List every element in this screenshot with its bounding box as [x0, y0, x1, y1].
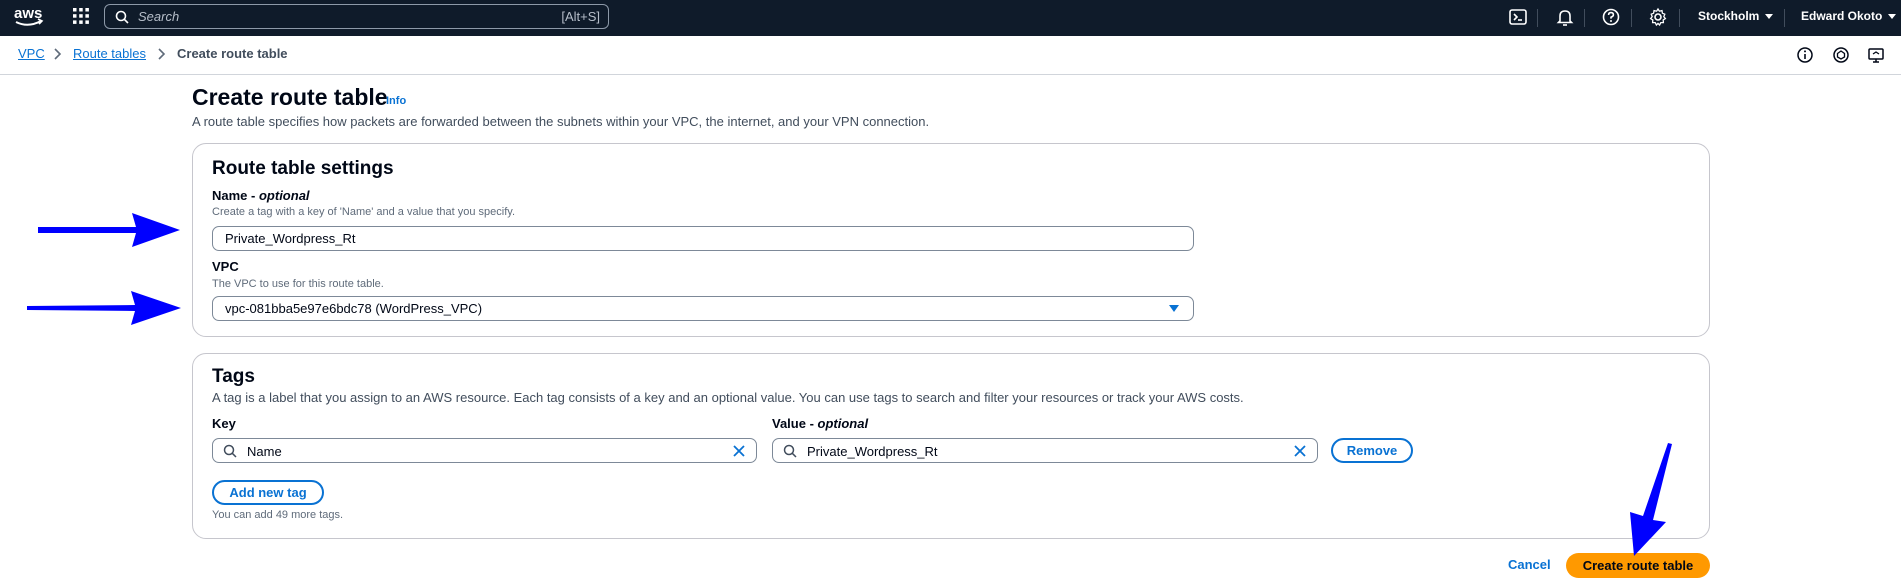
page-description: A route table specifies how packets are … — [192, 114, 930, 129]
bell-icon[interactable] — [1554, 6, 1576, 28]
region-label: Stockholm — [1698, 9, 1760, 23]
settings-title: Route table settings — [212, 158, 394, 179]
search-icon — [115, 10, 129, 24]
aws-logo[interactable]: aws — [12, 4, 46, 30]
info-circle-icon[interactable] — [1796, 46, 1814, 64]
breadcrumb-route-tables-link[interactable]: Route tables — [73, 46, 146, 61]
name-label-text: Name — [212, 188, 248, 203]
user-menu[interactable]: Edward Okoto — [1801, 9, 1897, 23]
info-link[interactable]: Info — [386, 95, 406, 107]
top-navigation: aws Search [Alt+S] Stockholm Edward Okot… — [0, 0, 1901, 36]
value-optional-text: optional — [817, 416, 869, 431]
name-input[interactable]: Private_Wordpress_Rt — [212, 226, 1194, 251]
name-optional-text: optional — [258, 188, 310, 203]
chevron-down-icon — [1888, 14, 1897, 20]
clear-icon[interactable] — [1293, 444, 1307, 458]
value-label: Value - optional — [772, 416, 869, 431]
search-input[interactable]: Search [Alt+S] — [104, 4, 609, 29]
annotation-arrow-icon — [1630, 443, 1672, 556]
cancel-button[interactable]: Cancel — [1508, 557, 1551, 572]
tag-value-input[interactable]: Private_Wordpress_Rt — [772, 438, 1318, 463]
vpc-select[interactable]: vpc-081bba5e97e6bdc78 (WordPress_VPC) — [212, 296, 1194, 321]
region-selector[interactable]: Stockholm — [1698, 9, 1774, 23]
tag-key-value: Name — [247, 444, 282, 459]
user-name: Edward Okoto — [1801, 9, 1883, 23]
apps-grid-icon[interactable] — [72, 7, 90, 25]
annotation-arrow-icon — [38, 213, 180, 247]
value-label-text: Value — [772, 416, 806, 431]
chevron-right-icon — [54, 48, 62, 60]
clear-icon[interactable] — [732, 444, 746, 458]
search-placeholder: Search — [138, 9, 180, 24]
name-description: Create a tag with a key of 'Name' and a … — [212, 206, 515, 218]
tag-value-value: Private_Wordpress_Rt — [807, 444, 938, 459]
caret-down-icon — [1169, 305, 1179, 312]
vpc-select-value: vpc-081bba5e97e6bdc78 (WordPress_VPC) — [225, 301, 483, 316]
nav-divider — [1584, 9, 1585, 27]
page-title: Create route table — [192, 84, 388, 110]
vpc-label: VPC — [212, 259, 239, 274]
gear-icon[interactable] — [1647, 6, 1669, 28]
breadcrumb-current: Create route table — [177, 46, 288, 61]
chevron-right-icon — [158, 48, 166, 60]
annotation-arrow-icon — [27, 291, 181, 325]
tags-limit-note: You can add 49 more tags. — [212, 509, 344, 521]
remove-tag-button[interactable]: Remove — [1331, 438, 1413, 463]
route-table-settings-panel: Route table settings Name - optional Cre… — [192, 143, 1710, 337]
chevron-down-icon — [1765, 14, 1774, 20]
feedback-icon[interactable] — [1832, 46, 1850, 64]
help-icon[interactable] — [1600, 6, 1622, 28]
header-divider — [0, 74, 1901, 75]
search-icon — [783, 444, 797, 458]
tags-panel: Tags A tag is a label that you assign to… — [192, 353, 1710, 539]
add-new-tag-button[interactable]: Add new tag — [212, 480, 324, 505]
tag-key-input[interactable]: Name — [212, 438, 757, 463]
nav-divider — [1631, 9, 1632, 27]
name-label: Name - optional — [212, 188, 310, 203]
tags-description: A tag is a label that you assign to an A… — [212, 390, 1244, 405]
search-shortcut: [Alt+S] — [561, 9, 600, 24]
tags-title: Tags — [212, 366, 255, 387]
cloudshell-icon[interactable] — [1507, 6, 1529, 28]
key-label: Key — [212, 416, 236, 431]
search-icon — [223, 444, 237, 458]
nav-divider — [1784, 9, 1785, 27]
nav-divider — [1679, 9, 1680, 27]
nav-divider — [1537, 9, 1538, 27]
vpc-description: The VPC to use for this route table. — [212, 278, 384, 290]
breadcrumb-vpc-link[interactable]: VPC — [18, 46, 45, 61]
screen-share-icon[interactable] — [1867, 46, 1885, 64]
